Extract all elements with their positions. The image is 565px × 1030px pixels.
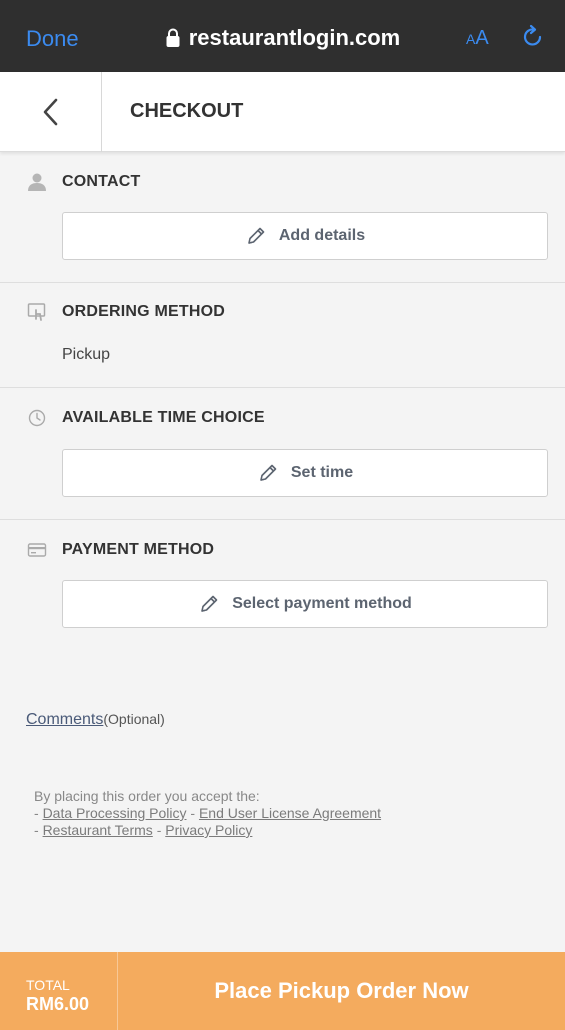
- lock-icon: [166, 28, 180, 47]
- text-size-button[interactable]: AA: [466, 27, 489, 50]
- set-time-label: Set time: [290, 464, 354, 481]
- restaurant-terms-link[interactable]: Restaurant Terms: [43, 822, 153, 838]
- credit-card-icon: [26, 539, 48, 561]
- person-icon: [26, 171, 48, 193]
- contact-section: CONTACT Add details: [0, 152, 565, 283]
- add-details-button[interactable]: Add details: [62, 212, 548, 260]
- payment-section: PAYMENT METHOD Select payment method: [0, 520, 565, 650]
- pencil-icon: [260, 464, 277, 481]
- select-payment-button[interactable]: Select payment method: [62, 580, 548, 628]
- time-choice-section: AVAILABLE TIME CHOICE Set time: [0, 388, 565, 520]
- legal-line-2: - Restaurant Terms - Privacy Policy: [34, 822, 381, 839]
- checkout-footer: TOTAL RM6.00 Place Pickup Order Now: [0, 952, 565, 1030]
- total-box: TOTAL RM6.00: [0, 952, 118, 1030]
- text-size-small-glyph: A: [466, 31, 476, 47]
- chevron-left-icon: [43, 98, 57, 126]
- ordering-method-value: Pickup: [62, 346, 111, 363]
- time-choice-header: AVAILABLE TIME CHOICE: [26, 406, 265, 430]
- ordering-method-title: ORDERING METHOD: [62, 303, 225, 320]
- ordering-method-header: ORDERING METHOD: [26, 300, 225, 324]
- legal-dash: -: [34, 805, 39, 821]
- legal-intro: By placing this order you accept the:: [34, 788, 260, 804]
- select-payment-label: Select payment method: [232, 595, 412, 612]
- clock-icon: [26, 407, 48, 429]
- payment-title: PAYMENT METHOD: [62, 541, 215, 558]
- legal-separator: -: [190, 805, 196, 821]
- app-header: CHECKOUT: [0, 72, 565, 152]
- comments-link[interactable]: Comments: [26, 711, 103, 728]
- set-time-button[interactable]: Set time: [62, 449, 548, 497]
- comments-row: Comments(Optional): [26, 711, 165, 729]
- legal-notice: By placing this order you accept the: - …: [34, 788, 381, 839]
- total-label: TOTAL: [26, 977, 70, 993]
- touch-screen-icon: [26, 301, 48, 323]
- legal-line-1: - Data Processing Policy - End User Lice…: [34, 805, 381, 822]
- page-title: CHECKOUT: [130, 100, 244, 122]
- legal-dash: -: [34, 822, 39, 838]
- pencil-icon: [248, 227, 265, 244]
- legal-separator: -: [156, 822, 162, 838]
- browser-toolbar: Done restaurantlogin.com AA: [0, 0, 565, 72]
- payment-header: PAYMENT METHOD: [26, 538, 214, 562]
- url-text: restaurantlogin.com: [188, 25, 401, 50]
- pencil-icon: [201, 595, 218, 612]
- reload-icon[interactable]: [520, 24, 546, 50]
- back-button[interactable]: [0, 72, 102, 152]
- add-details-label: Add details: [278, 227, 366, 244]
- comments-optional-label: (Optional): [103, 711, 165, 727]
- time-choice-title: AVAILABLE TIME CHOICE: [62, 409, 265, 426]
- privacy-policy-link[interactable]: Privacy Policy: [165, 822, 252, 838]
- place-order-button[interactable]: Place Pickup Order Now: [118, 952, 565, 1030]
- ordering-method-section: ORDERING METHOD Pickup: [0, 283, 565, 388]
- text-size-large-glyph: A: [475, 27, 489, 49]
- total-value: RM6.00: [26, 994, 90, 1014]
- eula-link[interactable]: End User License Agreement: [199, 805, 381, 821]
- contact-header: CONTACT: [26, 170, 140, 194]
- contact-title: CONTACT: [62, 173, 141, 190]
- data-processing-policy-link[interactable]: Data Processing Policy: [43, 805, 187, 821]
